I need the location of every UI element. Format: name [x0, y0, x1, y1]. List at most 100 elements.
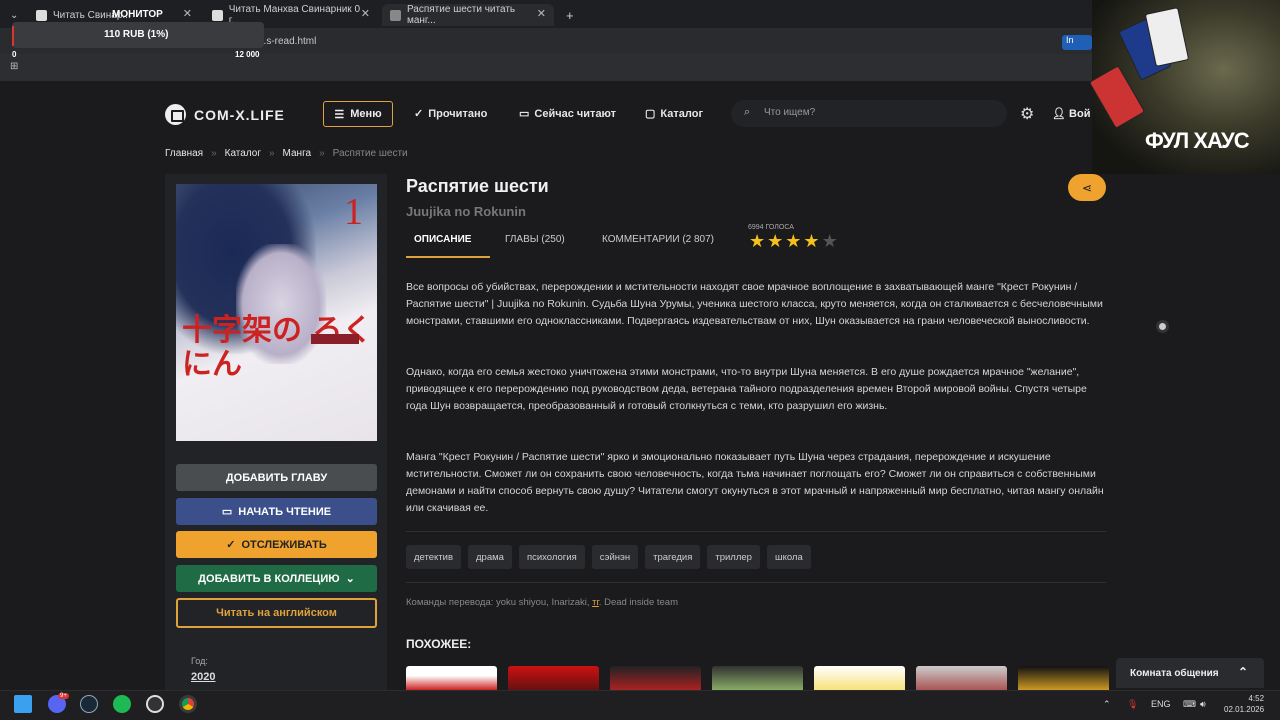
- star-icon[interactable]: ★: [785, 231, 801, 252]
- similar-thumbnail[interactable]: [712, 666, 803, 690]
- close-icon[interactable]: ✕: [183, 7, 192, 20]
- site-logo[interactable]: COM-X.LIFE: [165, 104, 285, 125]
- overlay-max: 12 000: [235, 50, 260, 59]
- manga-alt-title: Juujika no Rokunin: [406, 204, 526, 219]
- similar-thumbnail[interactable]: [508, 666, 599, 690]
- active-tab-indicator: [406, 256, 490, 258]
- close-icon[interactable]: ✕: [361, 7, 370, 20]
- year-value[interactable]: 2020: [191, 671, 215, 683]
- tag-school[interactable]: школа: [766, 545, 811, 569]
- share-button[interactable]: ⋖: [1068, 174, 1106, 201]
- similar-list: [406, 666, 1109, 690]
- menu-button[interactable]: ☰ Меню: [323, 101, 393, 127]
- description-paragraph-2: Однако, когда его семья жестоко уничтоже…: [406, 366, 1087, 412]
- gear-icon[interactable]: ⚙: [1020, 104, 1034, 124]
- chat-room-panel[interactable]: Комната общения ⌃: [1116, 658, 1264, 688]
- similar-thumbnail[interactable]: [916, 666, 1007, 690]
- tag-thriller[interactable]: триллер: [707, 545, 760, 569]
- scroll-indicator[interactable]: [1156, 320, 1169, 333]
- search-input[interactable]: ⌕ Что ищем?: [731, 100, 1007, 127]
- breadcrumb-current: Распятие шести: [332, 148, 408, 159]
- year-label: Год:: [191, 656, 208, 666]
- follow-button[interactable]: ✓ ОТСЛЕЖИВАТЬ: [176, 531, 377, 558]
- volume-icon[interactable]: 🔊︎: [1200, 699, 1206, 710]
- nav-catalog[interactable]: ▢ Каталог: [645, 107, 703, 121]
- chevron-up-icon[interactable]: ⌃: [1238, 665, 1248, 679]
- chevron-up-icon[interactable]: ⌃: [1103, 699, 1111, 710]
- start-reading-button[interactable]: ▭ НАЧАТЬ ЧТЕНИЕ: [176, 498, 377, 525]
- divider: [406, 531, 1106, 532]
- progress-marker: [12, 26, 14, 46]
- share-icon: ⋖: [1081, 180, 1093, 195]
- network-icon[interactable]: ⌨: [1183, 699, 1196, 710]
- site-favicon-icon: [212, 9, 223, 21]
- breadcrumb-home[interactable]: Главная: [165, 148, 203, 159]
- nav-reading-now[interactable]: ▭ Сейчас читают: [519, 107, 616, 121]
- star-icon[interactable]: ★: [749, 231, 765, 252]
- add-chapter-button[interactable]: ДОБАВИТЬ ГЛАВУ: [176, 464, 377, 491]
- overlay-title: МОНИТОР: [112, 9, 163, 20]
- app-icon[interactable]: [146, 695, 164, 713]
- divider: [406, 582, 1106, 583]
- tab-comments[interactable]: КОММЕНТАРИИ (2 807): [602, 234, 714, 245]
- similar-thumbnail[interactable]: [610, 666, 701, 690]
- language-indicator[interactable]: ENG: [1151, 699, 1171, 709]
- check-icon: ✓: [226, 539, 236, 551]
- grid-icon: ⊞: [10, 61, 19, 72]
- description-paragraph-1: Все вопросы об убийствах, перерождении и…: [406, 281, 1103, 327]
- install-button[interactable]: In: [1062, 35, 1092, 50]
- steam-icon[interactable]: [80, 695, 98, 713]
- chrome-icon[interactable]: [179, 695, 197, 713]
- square-icon: ▢: [645, 108, 656, 120]
- similar-thumbnail[interactable]: [406, 666, 497, 690]
- tab-description[interactable]: ОПИСАНИЕ: [414, 234, 471, 245]
- system-clock[interactable]: 4:52 02.01.2026: [1224, 693, 1264, 715]
- browser-tab-3[interactable]: Распятие шести читать манг... ✕: [382, 4, 554, 26]
- star-icon[interactable]: ★: [822, 231, 838, 252]
- cover-title: 十字架の ろくにん: [182, 313, 373, 382]
- microphone-icon[interactable]: 🎙︎: [1127, 699, 1138, 710]
- user-icon: 👤︎: [1052, 108, 1066, 120]
- site-favicon-icon: [390, 9, 401, 21]
- telegram-link[interactable]: тг: [592, 597, 599, 608]
- star-icon[interactable]: ★: [803, 231, 819, 252]
- breadcrumb-catalog[interactable]: Каталог: [225, 148, 261, 159]
- new-tab-button[interactable]: +: [558, 4, 582, 26]
- cover-volume-number: 1: [344, 191, 363, 233]
- similar-thumbnail[interactable]: [1018, 666, 1109, 690]
- tag-detective[interactable]: детектив: [406, 545, 462, 569]
- star-icon[interactable]: ★: [767, 231, 783, 252]
- nav-read[interactable]: ✓ Прочитано: [414, 107, 487, 121]
- tab-chapters[interactable]: ГЛАВЫ (250): [505, 234, 565, 245]
- tag-psychology[interactable]: психология: [518, 545, 585, 569]
- check-circle-icon: ✓: [414, 108, 424, 120]
- search-icon: ⌕: [744, 106, 751, 118]
- votes-count: 6994 ГОЛОСА: [748, 224, 794, 231]
- breadcrumb-manga[interactable]: Манга: [283, 148, 312, 159]
- close-icon[interactable]: ✕: [537, 7, 546, 20]
- stream-overlay-text: ФУЛ ХАУС: [1145, 128, 1250, 153]
- chevron-down-icon: ⌄: [10, 9, 19, 21]
- windows-start-icon[interactable]: [14, 695, 32, 713]
- book-open-icon: ▭: [519, 108, 530, 120]
- tag-seinen[interactable]: сэйнэн: [591, 545, 639, 569]
- read-english-button[interactable]: Читать на английском: [176, 598, 377, 628]
- rating-stars[interactable]: ★ ★ ★ ★ ★: [749, 231, 838, 252]
- add-to-collection-button[interactable]: ДОБАВИТЬ В КОЛЛЕЦИЮ ⌄: [176, 565, 377, 592]
- similar-thumbnail[interactable]: [814, 666, 905, 690]
- overlay-min: 0: [12, 50, 17, 59]
- tag-tragedy[interactable]: трагедия: [645, 545, 701, 569]
- manga-title: Распятие шести: [406, 176, 549, 196]
- site-favicon-icon: [36, 9, 47, 21]
- book-open-icon: ▭: [221, 506, 233, 518]
- url-text[interactable]: ...s-read.html: [258, 36, 316, 47]
- translation-teams: Команды перевода: yoku shiyou, Inarizaki…: [406, 597, 679, 608]
- notification-badge: 9+: [58, 693, 69, 699]
- tag-drama[interactable]: драма: [468, 545, 512, 569]
- spotify-icon[interactable]: [113, 695, 131, 713]
- breadcrumb: Главная» Каталог» Манга» Распятие шести: [165, 148, 408, 159]
- login-link[interactable]: 👤︎ Вой: [1052, 107, 1090, 120]
- book-icon: [165, 104, 186, 125]
- hamburger-icon: ☰: [334, 108, 345, 121]
- description-paragraph-3: Манга "Крест Рокунин / Распятие шести" я…: [406, 451, 1104, 514]
